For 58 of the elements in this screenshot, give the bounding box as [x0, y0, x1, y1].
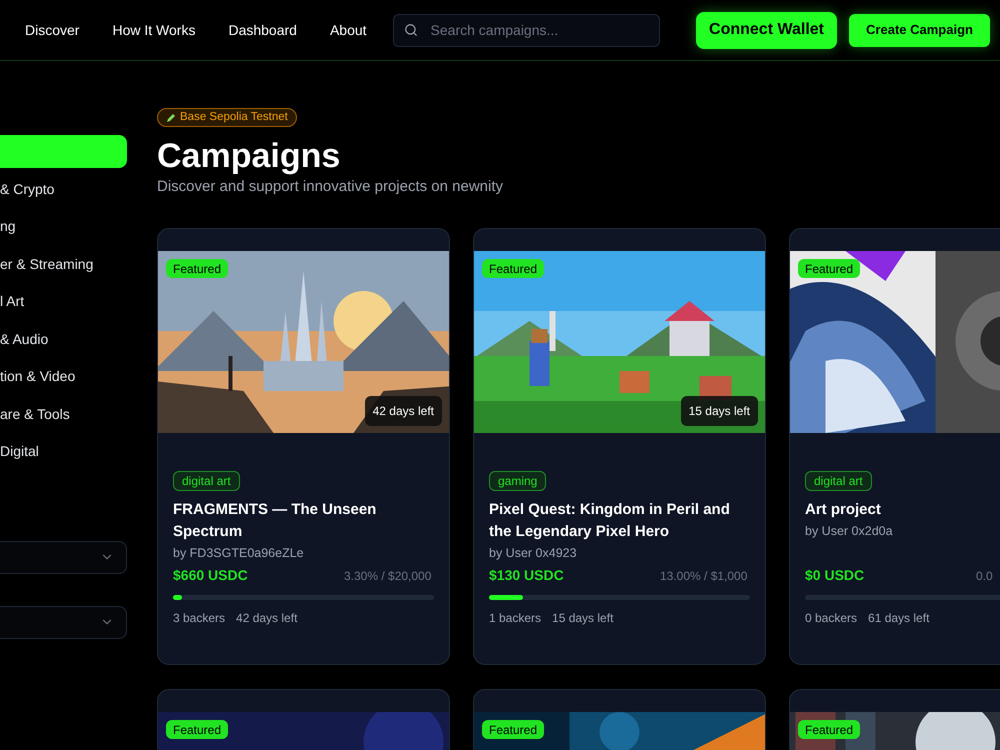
backers-count: 3 backers [173, 610, 226, 627]
raised-amount: $0 USDC [805, 566, 864, 585]
nav-link[interactable]: Dashboard [228, 20, 297, 40]
category-item[interactable]: & Crypto [0, 178, 54, 200]
campaign-card[interactable]: Featured [473, 689, 766, 750]
raised-amount: $660 USDC [173, 566, 248, 585]
campaign-card[interactable]: Featured 15 days left gaming Pixel Quest: Kingdom in Peril and the Legendary Pixel Hero by User 0x4923 $130 USDC 13.00% / $1,000 1 backers 15 days left [473, 228, 766, 665]
search-field[interactable]: Search campaigns... [392, 14, 660, 46]
search-icon [404, 23, 418, 37]
category-item[interactable]: er & Streaming [0, 254, 94, 275]
campaign-author: by User 0x2d0a [805, 523, 894, 540]
category-item[interactable]: tion & Video [0, 366, 76, 388]
campaign-card[interactable]: Featured digital art Art project by User 0x2d0a $0 USDC 0.0 0 backers 61 days left [789, 228, 1000, 665]
backers-count: 0 backers [805, 610, 858, 627]
dropdown-field[interactable] [0, 606, 127, 638]
page-subtitle: Discover and support innovative projects on newnity [157, 177, 504, 197]
category-item[interactable]: are & Tools [0, 404, 70, 425]
days-left: 15 days left [552, 610, 614, 627]
category-item[interactable]: ng [0, 216, 16, 238]
create-campaign-button[interactable]: Create Campaign [849, 14, 990, 46]
raised-amount: $130 USDC [489, 566, 564, 585]
category-tag: digital art [805, 471, 872, 491]
days-left: 61 days left [868, 610, 930, 627]
funding-goal: 0.0 [976, 568, 994, 584]
campaign-card[interactable]: Featured [157, 689, 450, 750]
page-title: Campaigns [157, 137, 342, 175]
category-item[interactable]: l Art [0, 291, 24, 312]
days-left-badge: 42 days left [364, 396, 442, 426]
campaign-card[interactable]: Featured [789, 689, 1000, 750]
category-item[interactable] [0, 135, 127, 168]
campaign-title: FRAGMENTS — The Unseen Spectrum [173, 500, 378, 542]
dropdown-field[interactable] [0, 540, 127, 574]
featured-badge: Featured [798, 259, 860, 278]
nav-link[interactable]: How It Works [112, 20, 196, 40]
days-left-badge: 15 days left [680, 396, 758, 426]
campaign-card[interactable]: Featured 42 days left digital art FRAGMENTS — The Unseen Spectrum by FD3SGTE0a96eZLe $660 USDC 3.30% / $20,000 3 backers 42 days left [157, 228, 450, 665]
pencil-icon [166, 112, 176, 122]
days-left: 42 days left [236, 610, 298, 627]
network-badge: Base Sepolia Testnet [157, 108, 297, 127]
featured-badge: Featured [482, 259, 544, 278]
featured-badge: Featured [482, 720, 544, 739]
featured-badge: Featured [166, 259, 228, 278]
campaign-title: Art project [805, 500, 882, 520]
campaign-author: by User 0x4923 [489, 545, 578, 562]
campaign-author: by FD3SGTE0a96eZLe [173, 545, 305, 562]
funding-goal: 13.00% / $1,000 [660, 568, 748, 584]
featured-badge: Featured [166, 720, 228, 739]
campaign-title: Pixel Quest: Kingdom in Peril and the Legendary Pixel Hero [489, 500, 731, 542]
connect-wallet-button[interactable]: Connect Wallet [696, 12, 837, 48]
backers-count: 1 backers [489, 610, 542, 627]
nav-link[interactable]: About [330, 20, 367, 40]
featured-badge: Featured [798, 720, 860, 739]
category-tag: gaming [489, 471, 546, 491]
category-tag: digital art [173, 471, 240, 491]
nav-link[interactable]: Discover [25, 20, 80, 40]
category-item[interactable]: Digital [0, 441, 39, 462]
category-item[interactable]: & Audio [0, 328, 48, 350]
funding-goal: 3.30% / $20,000 [344, 568, 432, 584]
